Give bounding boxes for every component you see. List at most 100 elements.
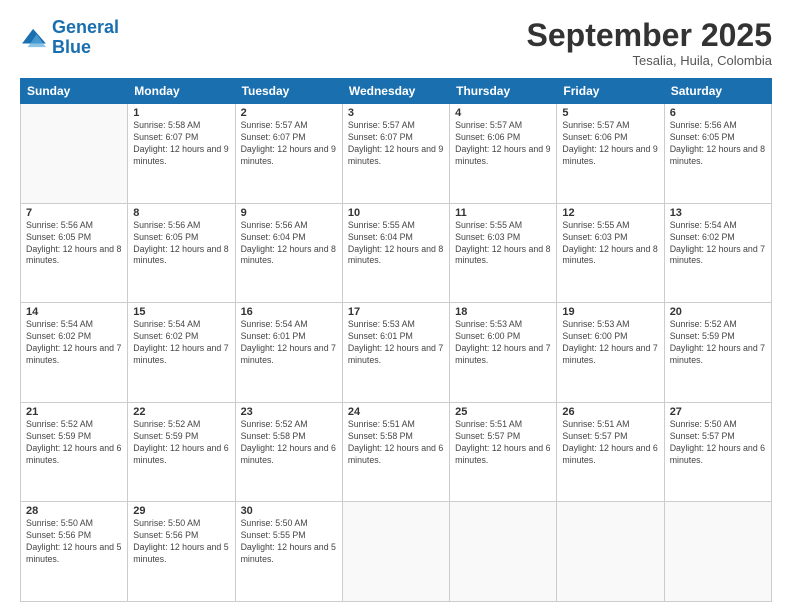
day-number: 14 [26, 306, 122, 318]
day-number: 16 [241, 306, 337, 318]
day-header-sunday: Sunday [21, 79, 128, 104]
day-info: Sunrise: 5:51 AM Sunset: 5:57 PM Dayligh… [455, 419, 551, 467]
calendar-cell: 29Sunrise: 5:50 AM Sunset: 5:56 PM Dayli… [128, 502, 235, 602]
day-info: Sunrise: 5:53 AM Sunset: 6:00 PM Dayligh… [455, 319, 551, 367]
day-info: Sunrise: 5:55 AM Sunset: 6:03 PM Dayligh… [455, 220, 551, 268]
day-info: Sunrise: 5:57 AM Sunset: 6:07 PM Dayligh… [241, 120, 337, 168]
day-number: 8 [133, 207, 229, 219]
day-info: Sunrise: 5:52 AM Sunset: 5:58 PM Dayligh… [241, 419, 337, 467]
calendar-cell: 6Sunrise: 5:56 AM Sunset: 6:05 PM Daylig… [664, 104, 771, 204]
day-number: 15 [133, 306, 229, 318]
calendar-cell [557, 502, 664, 602]
calendar-cell: 9Sunrise: 5:56 AM Sunset: 6:04 PM Daylig… [235, 203, 342, 303]
day-number: 28 [26, 505, 122, 517]
calendar-cell: 12Sunrise: 5:55 AM Sunset: 6:03 PM Dayli… [557, 203, 664, 303]
day-info: Sunrise: 5:54 AM Sunset: 6:02 PM Dayligh… [26, 319, 122, 367]
calendar-cell: 22Sunrise: 5:52 AM Sunset: 5:59 PM Dayli… [128, 402, 235, 502]
day-number: 19 [562, 306, 658, 318]
day-info: Sunrise: 5:56 AM Sunset: 6:04 PM Dayligh… [241, 220, 337, 268]
day-info: Sunrise: 5:50 AM Sunset: 5:55 PM Dayligh… [241, 518, 337, 566]
day-info: Sunrise: 5:51 AM Sunset: 5:58 PM Dayligh… [348, 419, 444, 467]
day-info: Sunrise: 5:56 AM Sunset: 6:05 PM Dayligh… [26, 220, 122, 268]
day-info: Sunrise: 5:53 AM Sunset: 6:01 PM Dayligh… [348, 319, 444, 367]
day-info: Sunrise: 5:55 AM Sunset: 6:03 PM Dayligh… [562, 220, 658, 268]
day-number: 26 [562, 406, 658, 418]
calendar-cell: 24Sunrise: 5:51 AM Sunset: 5:58 PM Dayli… [342, 402, 449, 502]
calendar-cell: 28Sunrise: 5:50 AM Sunset: 5:56 PM Dayli… [21, 502, 128, 602]
day-info: Sunrise: 5:58 AM Sunset: 6:07 PM Dayligh… [133, 120, 229, 168]
day-info: Sunrise: 5:54 AM Sunset: 6:02 PM Dayligh… [133, 319, 229, 367]
day-info: Sunrise: 5:51 AM Sunset: 5:57 PM Dayligh… [562, 419, 658, 467]
day-header-tuesday: Tuesday [235, 79, 342, 104]
logo-text: GeneralBlue [52, 18, 119, 58]
location-subtitle: Tesalia, Huila, Colombia [527, 53, 772, 68]
day-header-wednesday: Wednesday [342, 79, 449, 104]
calendar-cell: 18Sunrise: 5:53 AM Sunset: 6:00 PM Dayli… [450, 303, 557, 403]
day-info: Sunrise: 5:50 AM Sunset: 5:57 PM Dayligh… [670, 419, 766, 467]
calendar-cell: 16Sunrise: 5:54 AM Sunset: 6:01 PM Dayli… [235, 303, 342, 403]
calendar-cell: 27Sunrise: 5:50 AM Sunset: 5:57 PM Dayli… [664, 402, 771, 502]
calendar-cell: 17Sunrise: 5:53 AM Sunset: 6:01 PM Dayli… [342, 303, 449, 403]
day-number: 20 [670, 306, 766, 318]
calendar-cell: 2Sunrise: 5:57 AM Sunset: 6:07 PM Daylig… [235, 104, 342, 204]
calendar-cell [664, 502, 771, 602]
day-info: Sunrise: 5:54 AM Sunset: 6:02 PM Dayligh… [670, 220, 766, 268]
day-info: Sunrise: 5:57 AM Sunset: 6:06 PM Dayligh… [455, 120, 551, 168]
logo-icon [20, 27, 48, 49]
day-header-saturday: Saturday [664, 79, 771, 104]
day-number: 5 [562, 107, 658, 119]
calendar-cell: 26Sunrise: 5:51 AM Sunset: 5:57 PM Dayli… [557, 402, 664, 502]
day-info: Sunrise: 5:52 AM Sunset: 5:59 PM Dayligh… [26, 419, 122, 467]
day-number: 21 [26, 406, 122, 418]
day-header-friday: Friday [557, 79, 664, 104]
day-info: Sunrise: 5:53 AM Sunset: 6:00 PM Dayligh… [562, 319, 658, 367]
calendar-cell: 25Sunrise: 5:51 AM Sunset: 5:57 PM Dayli… [450, 402, 557, 502]
day-header-thursday: Thursday [450, 79, 557, 104]
day-info: Sunrise: 5:57 AM Sunset: 6:06 PM Dayligh… [562, 120, 658, 168]
day-info: Sunrise: 5:55 AM Sunset: 6:04 PM Dayligh… [348, 220, 444, 268]
day-number: 24 [348, 406, 444, 418]
day-number: 27 [670, 406, 766, 418]
day-number: 9 [241, 207, 337, 219]
calendar-cell: 15Sunrise: 5:54 AM Sunset: 6:02 PM Dayli… [128, 303, 235, 403]
day-number: 11 [455, 207, 551, 219]
month-title: September 2025 [527, 18, 772, 53]
day-info: Sunrise: 5:50 AM Sunset: 5:56 PM Dayligh… [133, 518, 229, 566]
calendar-cell: 4Sunrise: 5:57 AM Sunset: 6:06 PM Daylig… [450, 104, 557, 204]
day-number: 7 [26, 207, 122, 219]
calendar-cell: 23Sunrise: 5:52 AM Sunset: 5:58 PM Dayli… [235, 402, 342, 502]
day-number: 2 [241, 107, 337, 119]
calendar-cell: 3Sunrise: 5:57 AM Sunset: 6:07 PM Daylig… [342, 104, 449, 204]
calendar-cell: 7Sunrise: 5:56 AM Sunset: 6:05 PM Daylig… [21, 203, 128, 303]
calendar-cell: 11Sunrise: 5:55 AM Sunset: 6:03 PM Dayli… [450, 203, 557, 303]
day-number: 1 [133, 107, 229, 119]
calendar-cell: 5Sunrise: 5:57 AM Sunset: 6:06 PM Daylig… [557, 104, 664, 204]
day-number: 30 [241, 505, 337, 517]
calendar-cell [342, 502, 449, 602]
calendar-cell: 14Sunrise: 5:54 AM Sunset: 6:02 PM Dayli… [21, 303, 128, 403]
day-number: 22 [133, 406, 229, 418]
calendar-cell: 30Sunrise: 5:50 AM Sunset: 5:55 PM Dayli… [235, 502, 342, 602]
logo: GeneralBlue [20, 18, 119, 58]
day-number: 23 [241, 406, 337, 418]
calendar-cell: 1Sunrise: 5:58 AM Sunset: 6:07 PM Daylig… [128, 104, 235, 204]
day-info: Sunrise: 5:50 AM Sunset: 5:56 PM Dayligh… [26, 518, 122, 566]
day-number: 17 [348, 306, 444, 318]
day-number: 10 [348, 207, 444, 219]
day-number: 29 [133, 505, 229, 517]
day-number: 13 [670, 207, 766, 219]
day-number: 6 [670, 107, 766, 119]
day-info: Sunrise: 5:52 AM Sunset: 5:59 PM Dayligh… [133, 419, 229, 467]
calendar-table: SundayMondayTuesdayWednesdayThursdayFrid… [20, 78, 772, 602]
calendar-cell [450, 502, 557, 602]
day-info: Sunrise: 5:56 AM Sunset: 6:05 PM Dayligh… [670, 120, 766, 168]
day-number: 4 [455, 107, 551, 119]
calendar-cell [21, 104, 128, 204]
day-info: Sunrise: 5:52 AM Sunset: 5:59 PM Dayligh… [670, 319, 766, 367]
day-number: 12 [562, 207, 658, 219]
title-block: September 2025 Tesalia, Huila, Colombia [527, 18, 772, 68]
day-info: Sunrise: 5:54 AM Sunset: 6:01 PM Dayligh… [241, 319, 337, 367]
calendar-cell: 8Sunrise: 5:56 AM Sunset: 6:05 PM Daylig… [128, 203, 235, 303]
day-number: 18 [455, 306, 551, 318]
calendar-cell: 19Sunrise: 5:53 AM Sunset: 6:00 PM Dayli… [557, 303, 664, 403]
